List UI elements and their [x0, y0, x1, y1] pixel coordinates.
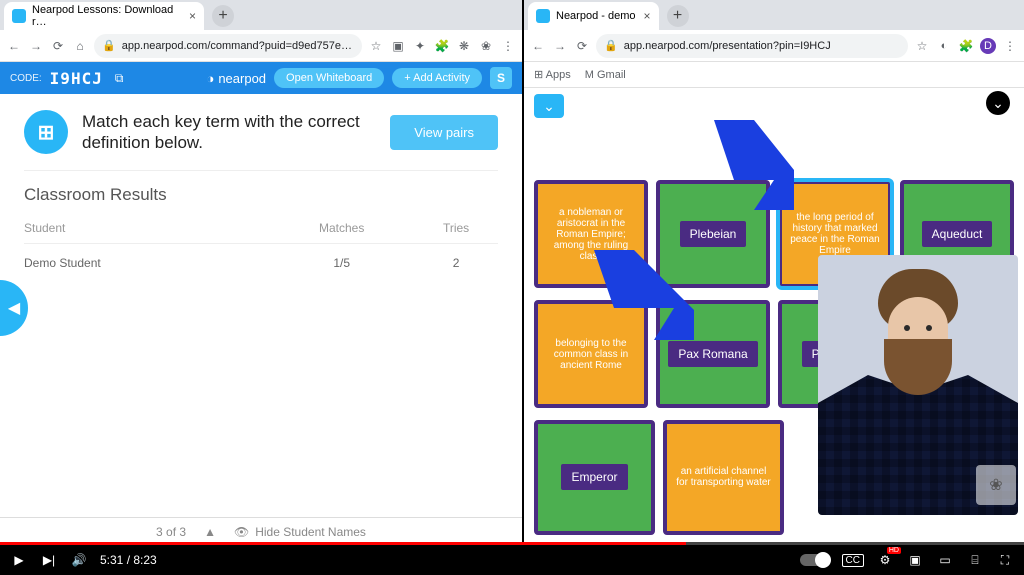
- eye-slash-icon: 👁: [234, 525, 249, 539]
- progress-bar[interactable]: [0, 542, 1024, 545]
- settings-icon[interactable]: ⚙HD: [876, 553, 894, 567]
- bookmarks-bar: ⊞ Apps M Gmail: [524, 62, 1024, 88]
- hide-names-toggle[interactable]: 👁 Hide Student Names: [234, 525, 366, 539]
- new-tab-button[interactable]: +: [667, 5, 689, 27]
- play-icon[interactable]: ▶: [10, 553, 28, 567]
- card-label: Aqueduct: [922, 221, 993, 247]
- nearpod-logo: ◑ nearpod: [206, 71, 266, 86]
- star-icon[interactable]: ☆: [368, 39, 384, 53]
- slide-nav-handle[interactable]: ◀: [0, 280, 28, 336]
- tabstrip-left: Nearpod Lessons: Download r… × +: [0, 0, 522, 30]
- gmail-bookmark[interactable]: M Gmail: [585, 69, 626, 81]
- address-bar[interactable]: 🔒 app.nearpod.com/presentation?pin=I9HCJ: [596, 34, 908, 58]
- back-icon[interactable]: ←: [6, 39, 22, 53]
- favicon-icon: [536, 9, 550, 23]
- video-controls: ▶ ▶| 🔊 5:31 / 8:23 CC ⚙HD ▣ ▭ ⌸ ⛶: [0, 545, 1024, 575]
- student-pane: Nearpod - demo × + ← → ⟳ 🔒 app.nearpod.c…: [524, 0, 1024, 545]
- teacher-footer: 3 of 3 ▲ 👁 Hide Student Names: [0, 517, 522, 545]
- chevron-down-icon[interactable]: ⌄: [986, 91, 1010, 115]
- annotation-arrow: [584, 250, 694, 340]
- code-label: CODE:: [10, 73, 42, 84]
- results-section: Classroom Results Student Matches Tries …: [0, 170, 522, 282]
- card-label: Pax Romana: [668, 341, 757, 367]
- forward-icon[interactable]: →: [552, 39, 568, 53]
- match-icon: ⊞: [24, 110, 68, 154]
- reload-icon[interactable]: ⟳: [50, 39, 66, 53]
- home-icon[interactable]: ⌂: [72, 39, 88, 53]
- browser-tab[interactable]: Nearpod - demo ×: [528, 2, 659, 30]
- chevron-up-icon[interactable]: ▲: [204, 525, 216, 539]
- col-student: Student: [24, 213, 269, 244]
- close-tab-icon[interactable]: ×: [189, 9, 196, 23]
- card-label: Emperor: [561, 464, 627, 490]
- puzzle-icon[interactable]: 🧩: [434, 39, 450, 53]
- forward-icon[interactable]: →: [28, 39, 44, 53]
- watermark-icon: ❀: [976, 465, 1016, 505]
- fullscreen-icon[interactable]: ⛶: [996, 553, 1014, 568]
- toolbar-left: ← → ⟳ ⌂ 🔒 app.nearpod.com/command?puid=d…: [0, 30, 522, 62]
- card-row: Emperor an artificial channel for transpo…: [534, 420, 784, 535]
- col-matches: Matches: [269, 213, 414, 244]
- volume-icon[interactable]: 🔊: [70, 553, 88, 567]
- student-count-badge[interactable]: S: [490, 67, 512, 89]
- extension-icon[interactable]: ◐: [936, 38, 952, 54]
- extension-icon-2[interactable]: ✦: [412, 39, 428, 53]
- menu-icon[interactable]: ⋮: [500, 39, 516, 53]
- results-table: Student Matches Tries Demo Student 1/5 2: [24, 213, 498, 282]
- cell-student: Demo Student: [24, 244, 269, 283]
- table-row[interactable]: Demo Student 1/5 2: [24, 244, 498, 283]
- annotation-arrow: [694, 120, 794, 210]
- tabstrip-right: Nearpod - demo × +: [524, 0, 1024, 30]
- miniplayer-icon[interactable]: ▣: [906, 553, 924, 567]
- theater-icon[interactable]: ▭: [936, 553, 954, 567]
- extension-icon-4[interactable]: ❀: [478, 39, 494, 53]
- collapse-toggle[interactable]: ⌄: [534, 94, 564, 118]
- favicon-icon: [12, 9, 26, 23]
- extension-icon-3[interactable]: ❋: [456, 39, 472, 53]
- tab-title: Nearpod Lessons: Download r…: [32, 4, 181, 28]
- browser-tab[interactable]: Nearpod Lessons: Download r… ×: [4, 2, 204, 30]
- autoplay-toggle[interactable]: [800, 554, 830, 566]
- close-tab-icon[interactable]: ×: [644, 9, 651, 23]
- instruction-row: ⊞ Match each key term with the correct d…: [0, 94, 522, 170]
- col-tries: Tries: [414, 213, 498, 244]
- results-heading: Classroom Results: [24, 170, 498, 213]
- back-icon[interactable]: ←: [530, 39, 546, 53]
- nearpod-header: CODE: I9HCJ ⧉ ◑ nearpod Open Whiteboard …: [0, 62, 522, 94]
- url-text: app.nearpod.com/command?puid=d9ed757e…: [122, 40, 352, 52]
- cell-tries: 2: [414, 244, 498, 283]
- term-card[interactable]: Emperor: [534, 420, 655, 535]
- teacher-pane: Nearpod Lessons: Download r… × + ← → ⟳ ⌂…: [0, 0, 524, 545]
- apps-bookmark[interactable]: ⊞ Apps: [534, 68, 571, 81]
- lock-icon: 🔒: [604, 39, 618, 52]
- add-activity-button[interactable]: Add Activity: [392, 68, 482, 88]
- definition-card[interactable]: an artificial channel for transporting w…: [663, 420, 784, 535]
- next-icon[interactable]: ▶|: [40, 553, 58, 567]
- slide-counter: 3 of 3: [156, 525, 186, 539]
- open-whiteboard-button[interactable]: Open Whiteboard: [274, 68, 384, 88]
- time-display: 5:31 / 8:23: [100, 553, 157, 567]
- cc-button[interactable]: CC: [842, 554, 864, 567]
- tab-title: Nearpod - demo: [556, 10, 636, 22]
- cast-icon[interactable]: ⌸: [966, 553, 984, 568]
- reload-icon[interactable]: ⟳: [574, 39, 590, 53]
- puzzle-icon[interactable]: 🧩: [958, 39, 974, 53]
- profile-avatar[interactable]: D: [980, 38, 996, 54]
- menu-icon[interactable]: ⋮: [1002, 39, 1018, 53]
- cell-matches: 1/5: [269, 244, 414, 283]
- instruction-text: Match each key term with the correct def…: [82, 111, 376, 154]
- address-bar[interactable]: 🔒 app.nearpod.com/command?puid=d9ed757e…: [94, 34, 362, 58]
- view-pairs-button[interactable]: View pairs: [390, 115, 498, 150]
- toolbar-right: ← → ⟳ 🔒 app.nearpod.com/presentation?pin…: [524, 30, 1024, 62]
- star-icon[interactable]: ☆: [914, 39, 930, 53]
- extension-icon[interactable]: ▣: [390, 39, 406, 53]
- card-label: Plebeian: [680, 221, 747, 247]
- url-text: app.nearpod.com/presentation?pin=I9HCJ: [624, 40, 831, 52]
- share-icon[interactable]: ⧉: [115, 71, 124, 86]
- session-code: I9HCJ: [50, 69, 103, 88]
- lock-icon: 🔒: [102, 39, 116, 52]
- new-tab-button[interactable]: +: [212, 5, 234, 27]
